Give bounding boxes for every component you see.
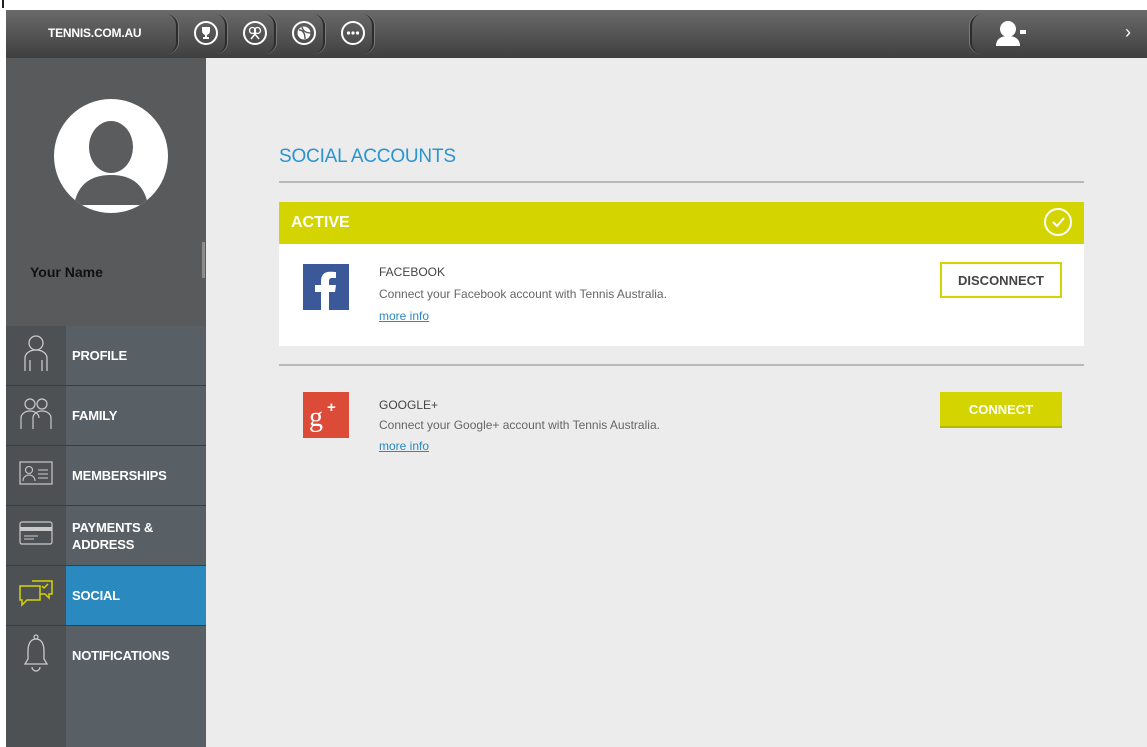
sidebar-item-payments[interactable]: PAYMENTS & ADDRESS — [6, 506, 206, 566]
tab-separator — [313, 14, 325, 54]
sidebar-item-profile[interactable]: PROFILE — [6, 326, 206, 386]
sidebar-item-family[interactable]: FAMILY — [6, 386, 206, 446]
active-section-header: ACTIVE — [279, 202, 1084, 244]
top-bar: TENNIS.COM.AU › — [6, 10, 1147, 59]
window-edge — [2, 0, 4, 8]
sidebar-item-label: PROFILE — [66, 326, 206, 385]
svg-text:g: g — [309, 402, 323, 433]
brand-link[interactable]: TENNIS.COM.AU — [48, 26, 142, 40]
account-description: Connect your Facebook account with Tenni… — [379, 287, 667, 301]
sidebar: Your Name PROFILE FAMILY MEMBERSHIPS PAY… — [6, 58, 206, 747]
google-plus-account-card: g + GOOGLE+ Connect your Google+ account … — [279, 366, 1084, 466]
brand-tabs: TENNIS.COM.AU — [6, 10, 422, 58]
main-content: SOCIAL ACCOUNTS ACTIVE FACEBOOK Connect … — [206, 58, 1147, 747]
check-circle-icon — [1044, 208, 1072, 236]
chevron-right-icon[interactable]: › — [1125, 22, 1131, 43]
sidebar-item-label: FAMILY — [66, 386, 206, 445]
resize-handle[interactable] — [202, 242, 205, 278]
user-name: Your Name — [30, 264, 103, 280]
sidebar-item-social[interactable]: SOCIAL — [6, 566, 206, 626]
sidebar-item-notifications[interactable]: NOTIFICATIONS — [6, 626, 206, 686]
sidebar-item-label: MEMBERSHIPS — [66, 446, 206, 505]
sidebar-item-label: PAYMENTS & ADDRESS — [66, 506, 206, 565]
bell-icon — [23, 634, 49, 677]
facebook-logo-icon — [303, 264, 349, 310]
credit-card-icon — [19, 521, 53, 550]
more-info-link[interactable]: more info — [379, 309, 429, 323]
avatar[interactable] — [54, 99, 168, 213]
more-info-link[interactable]: more info — [379, 439, 429, 453]
account-name: FACEBOOK — [379, 265, 446, 279]
app-window: TENNIS.COM.AU › Your Name PROFILE FAMILY… — [6, 10, 1147, 747]
active-label: ACTIVE — [291, 214, 350, 231]
tab-separator — [264, 14, 276, 54]
membership-card-icon — [19, 461, 53, 490]
page-title: SOCIAL ACCOUNTS — [279, 146, 456, 167]
person-icon — [21, 334, 51, 377]
tab-separator — [215, 14, 227, 54]
sidebar-nav: PROFILE FAMILY MEMBERSHIPS PAYMENTS & AD… — [6, 326, 206, 686]
disconnect-button[interactable]: DISCONNECT — [940, 262, 1062, 298]
family-icon — [18, 396, 54, 435]
facebook-account-card: FACEBOOK Connect your Facebook account w… — [279, 244, 1084, 346]
profile-box: Your Name — [6, 58, 206, 327]
chat-bubbles-icon — [18, 578, 54, 613]
sidebar-item-label: SOCIAL — [66, 566, 206, 625]
sidebar-filler — [6, 681, 206, 747]
google-plus-logo-icon: g + — [303, 392, 349, 438]
connect-button[interactable]: CONNECT — [940, 392, 1062, 428]
sidebar-item-label: NOTIFICATIONS — [66, 626, 206, 685]
divider — [279, 181, 1084, 183]
tab-separator — [970, 14, 982, 54]
account-tab[interactable]: › — [970, 10, 1147, 58]
account-name: GOOGLE+ — [379, 398, 439, 412]
svg-text:+: + — [327, 399, 336, 416]
account-description: Connect your Google+ account with Tennis… — [379, 418, 660, 432]
tab-separator — [362, 14, 374, 54]
sidebar-item-memberships[interactable]: MEMBERSHIPS — [6, 446, 206, 506]
tab-separator — [166, 14, 178, 54]
user-icon[interactable] — [996, 20, 1032, 51]
